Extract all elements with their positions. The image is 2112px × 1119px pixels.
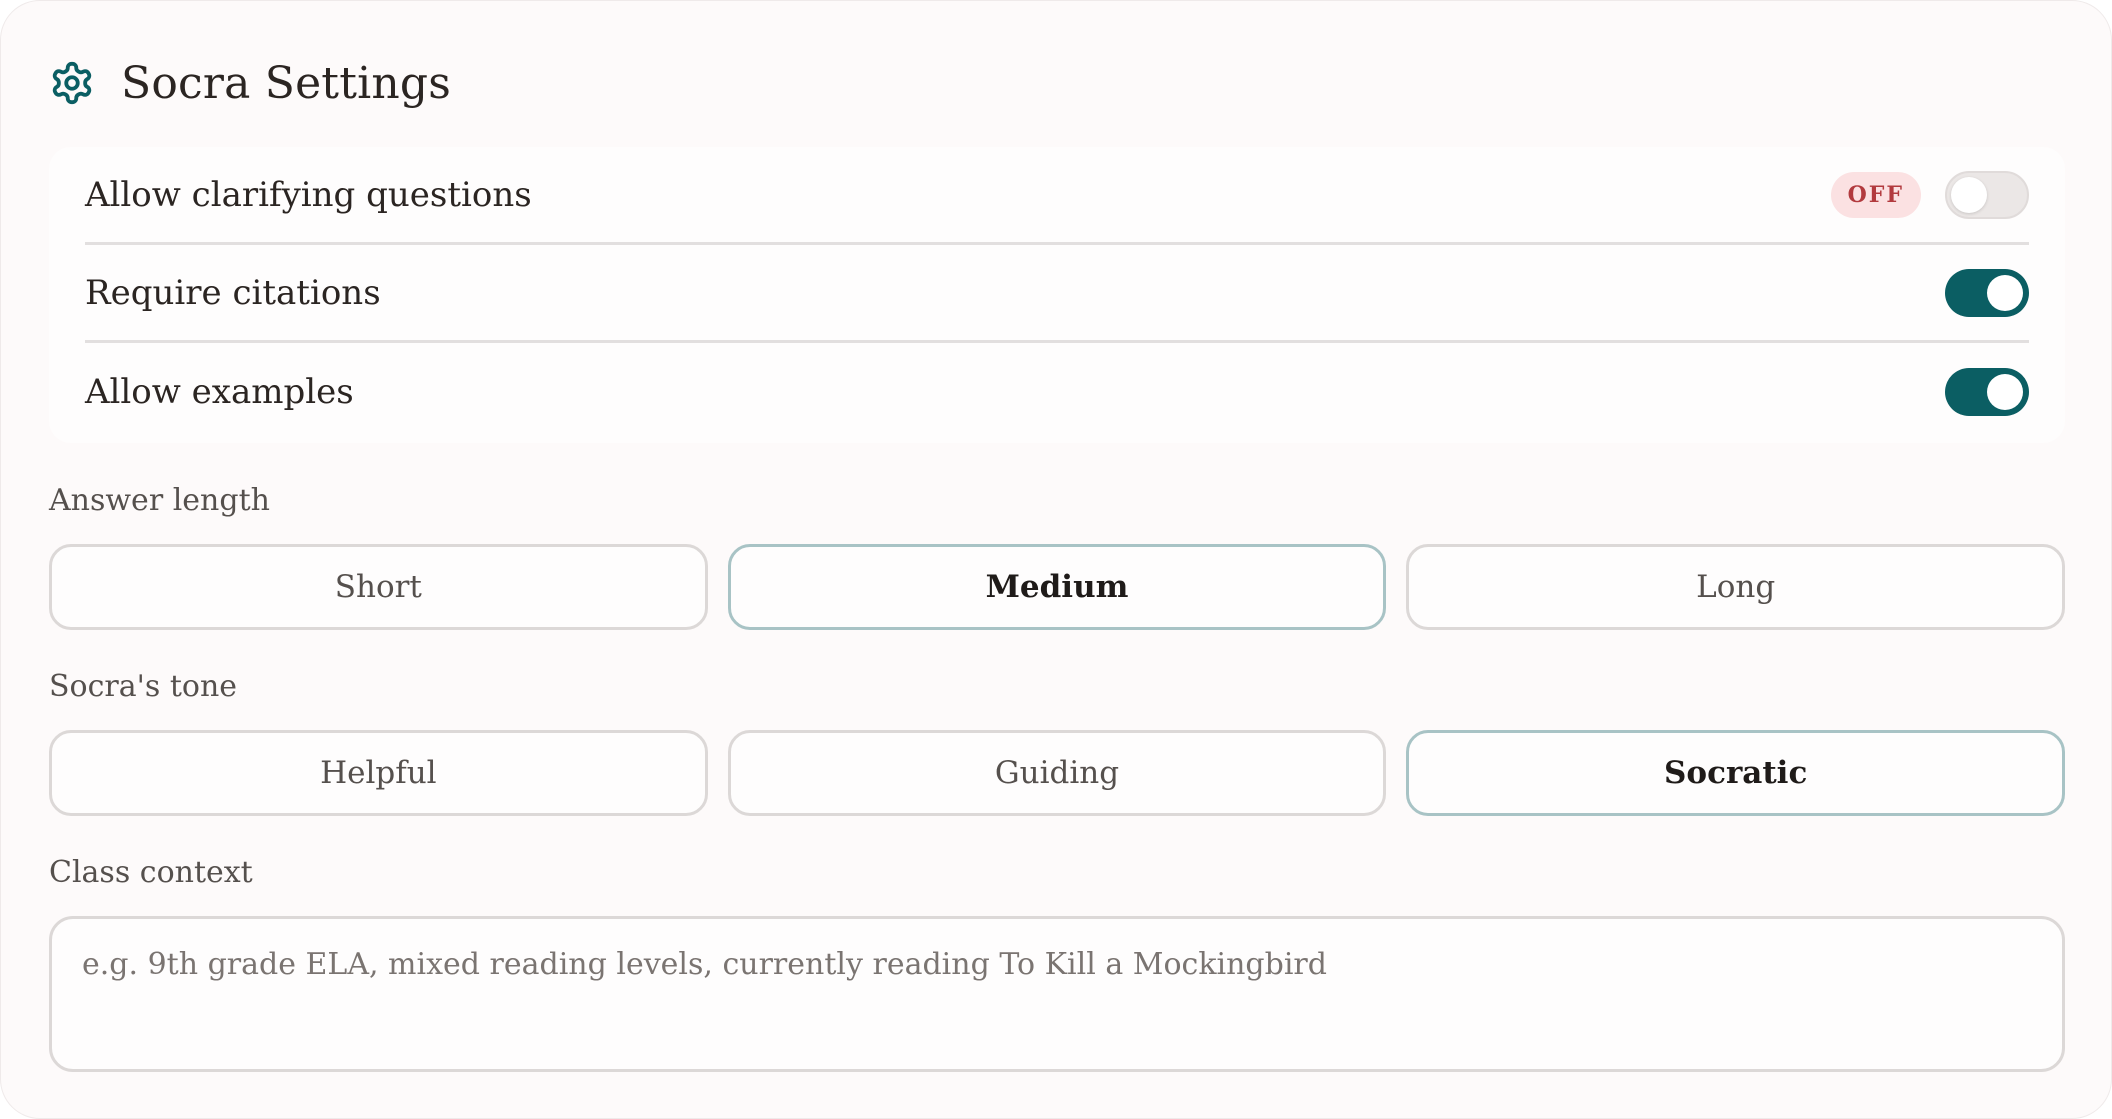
toggle-row-require-citations: Require citations — [85, 245, 2029, 343]
toggle-label: Require citations — [85, 272, 381, 313]
answer-length-selector: Short Medium Long — [49, 544, 2066, 630]
toggle-label: Allow clarifying questions — [85, 174, 532, 215]
answer-length-label: Answer length — [49, 483, 270, 518]
tone-selector: Helpful Guiding Socratic — [49, 730, 2066, 816]
status-badge-off: OFF — [1830, 171, 1921, 218]
toggle-row-allow-examples: Allow examples — [85, 343, 2029, 441]
answer-length-medium-option[interactable]: Medium — [727, 544, 1387, 630]
toggle-row-allow-clarifying-questions: Allow clarifying questions OFF — [85, 147, 2029, 245]
toggle-group: Allow clarifying questions OFF Require c… — [49, 147, 2065, 443]
toggle-label: Allow examples — [85, 372, 354, 412]
gear-icon — [49, 60, 95, 106]
allow-examples-toggle[interactable] — [1945, 368, 2029, 416]
toggle-knob — [1987, 374, 2023, 410]
tone-label: Socra's tone — [49, 669, 238, 704]
page-title: Socra Settings — [121, 57, 452, 109]
settings-header: Socra Settings — [49, 53, 451, 113]
tone-guiding-option[interactable]: Guiding — [727, 730, 1387, 816]
require-citations-toggle[interactable] — [1945, 268, 2029, 317]
class-context-label: Class context — [49, 855, 253, 890]
settings-panel: Socra Settings Allow clarifying question… — [0, 0, 2112, 1119]
class-context-input[interactable]: e.g. 9th grade ELA, mixed reading levels… — [49, 916, 2065, 1072]
tone-socratic-option[interactable]: Socratic — [1406, 730, 2066, 816]
toggle-knob — [1951, 176, 1987, 213]
tone-helpful-option[interactable]: Helpful — [49, 730, 708, 816]
answer-length-long-option[interactable]: Long — [1406, 544, 2066, 630]
answer-length-short-option[interactable]: Short — [49, 544, 708, 630]
toggle-knob — [1987, 274, 2023, 311]
allow-clarifying-questions-toggle[interactable] — [1945, 170, 2029, 219]
